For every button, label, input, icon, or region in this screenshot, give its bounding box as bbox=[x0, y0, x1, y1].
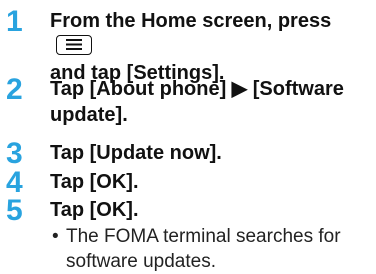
step-text-line1: From the Home screen, press bbox=[50, 10, 332, 32]
step-3: 3 Tap [Update now]. bbox=[0, 138, 376, 170]
step-note: • The FOMA terminal searches for softwar… bbox=[50, 224, 370, 274]
step-4: 4 Tap [OK]. bbox=[0, 167, 376, 199]
step-number: 5 bbox=[6, 194, 23, 227]
step-1: 1 From the Home screen, press and tap [S… bbox=[0, 5, 376, 85]
step-text: Tap [Update now]. bbox=[50, 142, 222, 164]
step-5: 5 Tap [OK]. • The FOMA terminal searches… bbox=[0, 194, 376, 274]
step-text: Tap [About phone] ▶ [Software update]. bbox=[50, 76, 370, 128]
step-number: 1 bbox=[6, 5, 23, 38]
step-number: 2 bbox=[6, 73, 23, 106]
step-2: 2 Tap [About phone] ▶ [Software update]. bbox=[0, 73, 376, 132]
menu-key-icon bbox=[56, 34, 92, 55]
step-text: From the Home screen, press and tap [Set… bbox=[50, 8, 370, 86]
step-text: Tap [OK]. bbox=[50, 171, 139, 193]
step-text-line1: Tap [About phone] ▶ [Software bbox=[50, 78, 344, 100]
step-text-line2: update]. bbox=[50, 104, 128, 126]
bullet: • bbox=[52, 226, 59, 247]
step-text: Tap [OK]. bbox=[50, 199, 139, 221]
note-text: The FOMA terminal searches for software … bbox=[66, 226, 341, 272]
